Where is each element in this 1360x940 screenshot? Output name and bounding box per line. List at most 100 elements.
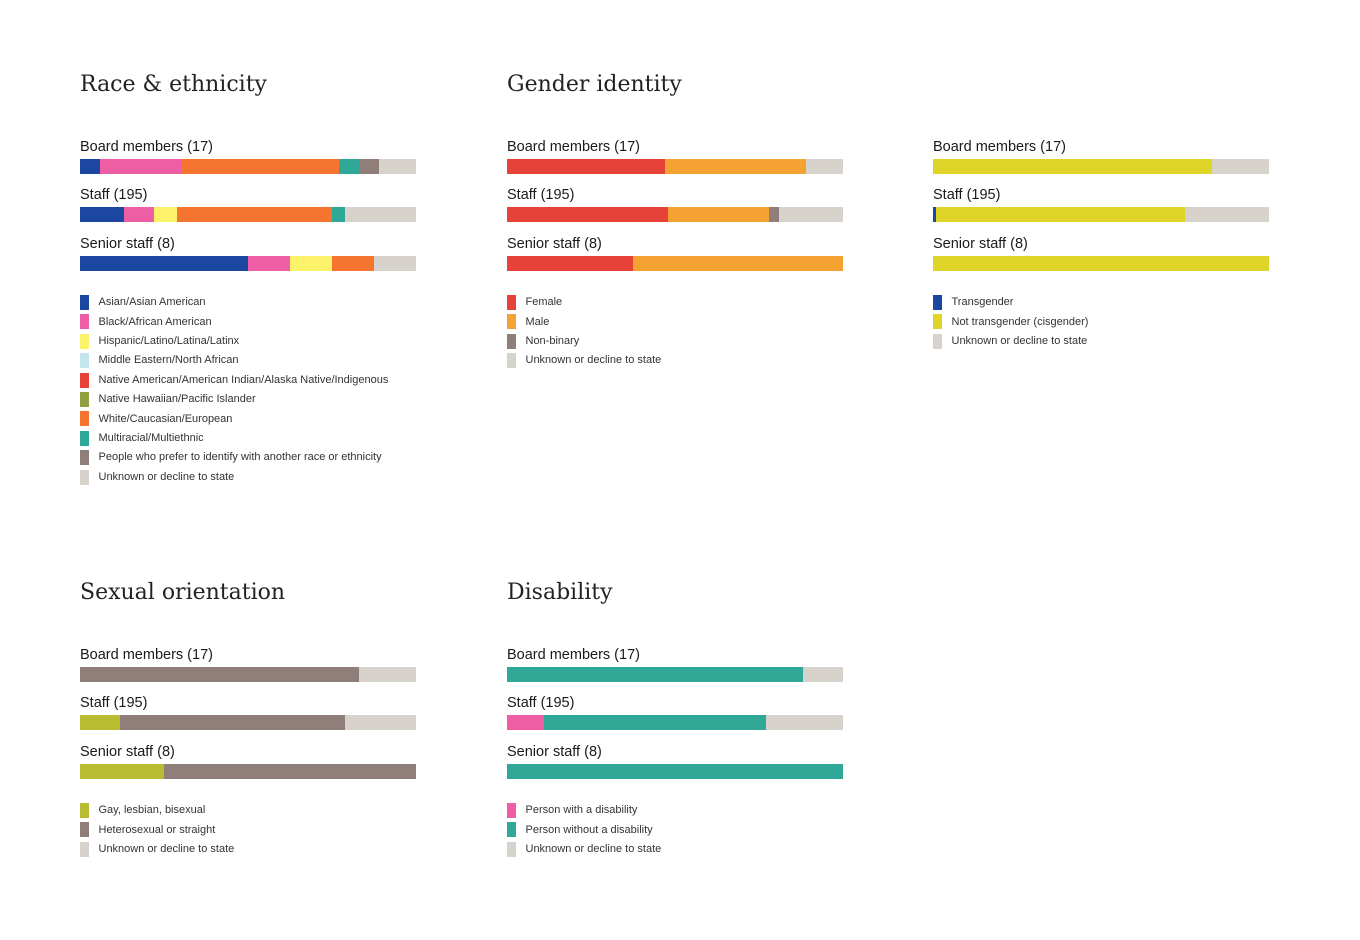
legend-label: Unknown or decline to state <box>525 354 662 367</box>
chart-legend: Female Male Non-binary Unknown or decline t… <box>507 295 843 373</box>
legend-swatch <box>507 333 516 349</box>
bar-segment-male <box>668 207 770 222</box>
legend-item: Unknown or decline to state <box>933 333 1269 351</box>
legend-swatch <box>80 391 89 407</box>
stacked-bar <box>80 764 416 779</box>
bar-segment-unknown-or-decline-to-state <box>345 715 416 730</box>
category-label: Board members (17) <box>933 139 1066 155</box>
bar-segment-people-who-prefer-to-identify-with-another-race-or-ethnicity <box>358 159 379 174</box>
bar-segment-female <box>507 159 665 174</box>
legend-swatch <box>80 841 89 857</box>
category-label: Senior staff (8) <box>80 744 175 760</box>
legend-label: Transgender <box>951 296 1014 309</box>
bar-segment-hispanic-latino-latina-latinx <box>290 256 332 271</box>
chart-title: Race & ethnicity <box>80 72 267 97</box>
legend-label: Heterosexual or straight <box>98 823 216 836</box>
bar-segment-person-without-a-disability <box>507 667 803 682</box>
bar-segment-unknown-or-decline-to-state <box>345 207 416 222</box>
stacked-bar <box>507 256 843 271</box>
bar-segment-male <box>664 159 807 174</box>
category-label: Senior staff (8) <box>507 236 602 252</box>
legend-label: Female <box>525 296 563 309</box>
legend-label: People who prefer to identify with anoth… <box>98 451 382 464</box>
legend-label: Asian/Asian American <box>98 296 206 309</box>
legend-swatch <box>80 314 89 330</box>
bar-segment-unknown-or-decline-to-state <box>379 159 416 174</box>
bar-segment-asian-asian-american <box>80 207 124 222</box>
legend-swatch <box>507 353 516 369</box>
legend-item: Middle Eastern/North African <box>80 353 416 370</box>
bar-segment-black-african-american <box>123 207 154 222</box>
stacked-bar <box>80 715 416 730</box>
legend-swatch <box>80 469 89 485</box>
category-label: Senior staff (8) <box>933 236 1028 252</box>
legend-swatch <box>507 822 516 838</box>
category-label: Board members (17) <box>507 139 640 155</box>
category-label: Board members (17) <box>80 139 213 155</box>
legend-label: Multiracial/Multiethnic <box>98 431 204 444</box>
bar-segment-not-transgender-cisgender <box>933 256 1269 271</box>
legend-swatch <box>933 314 942 330</box>
stacked-bar <box>507 667 843 682</box>
bar-segment-hispanic-latino-latina-latinx <box>153 207 178 222</box>
legend-label: Non-binary <box>525 334 580 347</box>
chart-legend: Gay, lesbian, bisexual Heterosexual or st… <box>80 803 416 861</box>
category-label: Staff (195) <box>80 695 148 711</box>
legend-swatch <box>80 411 89 427</box>
stacked-bar <box>80 256 416 271</box>
legend-label: Unknown or decline to state <box>98 842 235 855</box>
bar-segment-heterosexual-or-straight <box>80 667 359 682</box>
legend-swatch <box>80 333 89 349</box>
bar-segment-gay-lesbian-bisexual <box>80 764 164 779</box>
bar-segment-female <box>507 207 669 222</box>
legend-swatch <box>933 333 942 349</box>
legend-swatch <box>507 314 516 330</box>
bar-segment-heterosexual-or-straight <box>120 715 346 730</box>
bar-segment-white-caucasian-european <box>332 256 374 271</box>
legend-label: Native Hawaiian/Pacific Islander <box>98 393 256 406</box>
stacked-bar <box>80 667 416 682</box>
legend-label: Unknown or decline to state <box>98 470 235 483</box>
legend-item: White/Caucasian/European <box>80 411 416 428</box>
bar-segment-multiracial-multiethnic <box>331 207 346 222</box>
legend-label: Black/African American <box>98 315 212 328</box>
chart-legend: Asian/Asian American Black/African Americ… <box>80 295 416 489</box>
legend-item: Unknown or decline to state <box>80 469 416 487</box>
bar-segment-not-transgender-cisgender <box>936 207 1185 222</box>
bar-segment-unknown-or-decline-to-state <box>374 256 416 271</box>
bar-segment-unknown-or-decline-to-state <box>802 667 843 682</box>
bar-segment-asian-asian-american <box>80 159 101 174</box>
bar-segment-person-without-a-disability <box>507 764 843 779</box>
legend-item: People who prefer to identify with anoth… <box>80 450 416 467</box>
category-label: Senior staff (8) <box>507 744 602 760</box>
legend-label: Unknown or decline to state <box>525 842 662 855</box>
legend-swatch <box>80 295 89 310</box>
bar-segment-black-african-american <box>100 159 181 174</box>
bar-segment-asian-asian-american <box>80 256 248 271</box>
bar-segment-heterosexual-or-straight <box>164 764 416 779</box>
legend-swatch <box>933 295 942 310</box>
bar-segment-non-binary <box>769 207 780 222</box>
stacked-bar <box>933 256 1269 271</box>
legend-item: Unknown or decline to state <box>507 353 843 370</box>
legend-item: Female <box>507 295 843 312</box>
category-label: Staff (195) <box>80 187 148 203</box>
legend-label: Not transgender (cisgender) <box>951 315 1089 328</box>
category-label: Board members (17) <box>507 647 640 663</box>
legend-swatch <box>80 803 89 818</box>
legend-item: Male <box>507 314 843 331</box>
chart-legend: Transgender Not transgender (cisgender) Un… <box>933 295 1269 353</box>
chart-title: Gender identity <box>507 72 682 97</box>
legend-item: Gay, lesbian, bisexual <box>80 803 416 820</box>
legend-swatch <box>80 450 89 466</box>
category-label: Staff (195) <box>507 695 575 711</box>
legend-label: Male <box>525 315 550 328</box>
stacked-bar <box>507 764 843 779</box>
stacked-bar <box>507 715 843 730</box>
bar-segment-person-without-a-disability <box>543 715 766 730</box>
legend-item: Native Hawaiian/Pacific Islander <box>80 391 416 409</box>
legend-swatch <box>80 353 89 369</box>
chart-legend: Person with a disability Person without a… <box>507 803 843 861</box>
bar-segment-white-caucasian-european <box>177 207 332 222</box>
legend-swatch <box>507 295 516 310</box>
